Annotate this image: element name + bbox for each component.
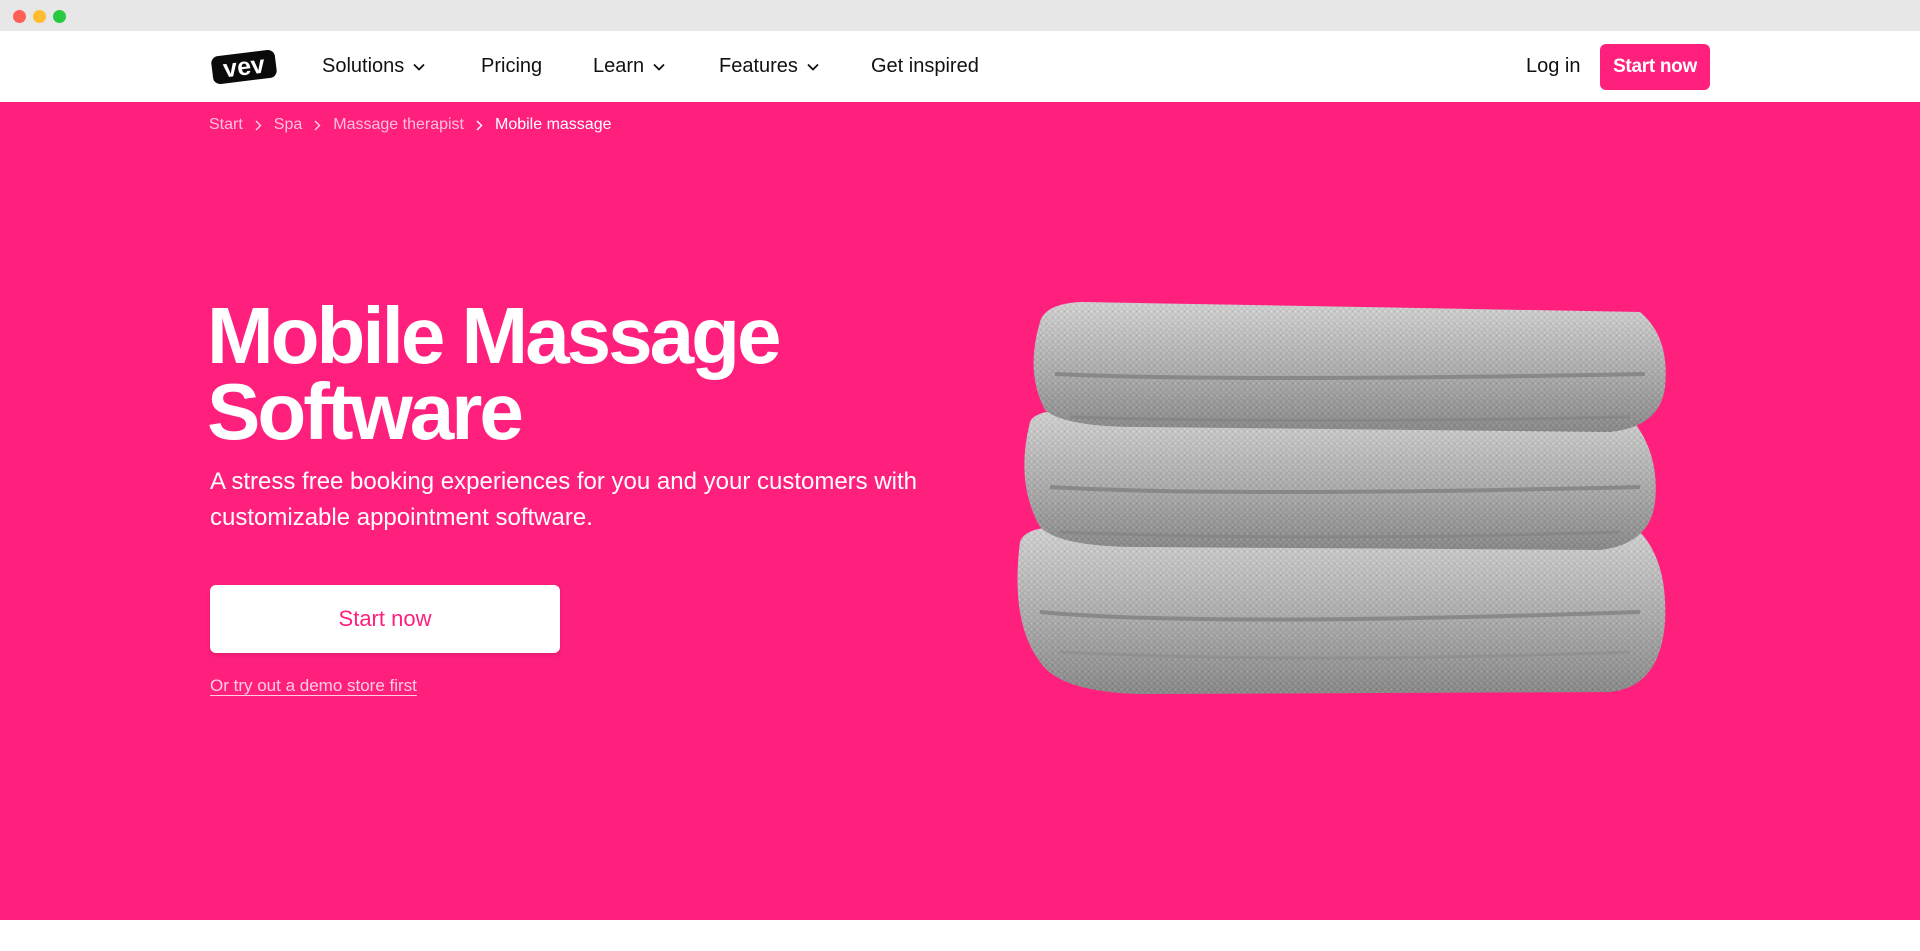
nav-item-label: Features — [719, 55, 798, 77]
nav-item-solutions[interactable]: Solutions — [322, 31, 425, 102]
chevron-right-icon — [476, 120, 483, 130]
start-now-hero-button[interactable]: Start now — [210, 585, 560, 653]
window-close-dot[interactable] — [13, 10, 26, 23]
browser-chrome — [0, 0, 1920, 31]
breadcrumb-current: Mobile massage — [495, 116, 612, 133]
breadcrumb: Start Spa Massage therapist Mobile massa… — [209, 116, 612, 134]
chevron-down-icon — [413, 63, 425, 71]
start-now-nav-button[interactable]: Start now — [1600, 44, 1710, 90]
nav-item-label: Pricing — [481, 55, 543, 77]
page-bottom-strip — [0, 920, 1920, 951]
chevron-down-icon — [653, 63, 665, 71]
window-minimize-dot[interactable] — [33, 10, 46, 23]
top-navbar: vev Solutions Pricing Learn Features Get… — [0, 31, 1920, 102]
breadcrumb-start[interactable]: Start — [209, 116, 243, 134]
login-link[interactable]: Log in — [1526, 31, 1581, 102]
page-title: Mobile Massage Software — [207, 296, 967, 452]
nav-item-label: Solutions — [322, 55, 405, 77]
chevron-down-icon — [807, 63, 819, 71]
vev-logo[interactable]: vev — [209, 48, 279, 86]
breadcrumb-spa[interactable]: Spa — [274, 116, 302, 134]
breadcrumb-massage-therapist[interactable]: Massage therapist — [333, 116, 464, 134]
nav-item-label: Get inspired — [871, 55, 979, 77]
nav-item-learn[interactable]: Learn — [593, 31, 665, 102]
chevron-right-icon — [255, 120, 262, 130]
hero-section: Start Spa Massage therapist Mobile massa… — [0, 102, 1920, 920]
page-title-line-2: Software — [207, 367, 524, 456]
chevron-right-icon — [314, 120, 321, 130]
nav-item-features[interactable]: Features — [719, 31, 819, 102]
window-maximize-dot[interactable] — [53, 10, 66, 23]
folded-towels-image — [1017, 302, 1666, 694]
nav-item-pricing[interactable]: Pricing — [481, 31, 542, 102]
demo-store-link[interactable]: Or try out a demo store first — [210, 676, 417, 696]
svg-text:vev: vev — [222, 51, 267, 84]
nav-item-label: Learn — [593, 55, 645, 77]
hero-subtitle: A stress free booking experiences for yo… — [210, 468, 918, 531]
nav-item-get-inspired[interactable]: Get inspired — [871, 31, 979, 102]
